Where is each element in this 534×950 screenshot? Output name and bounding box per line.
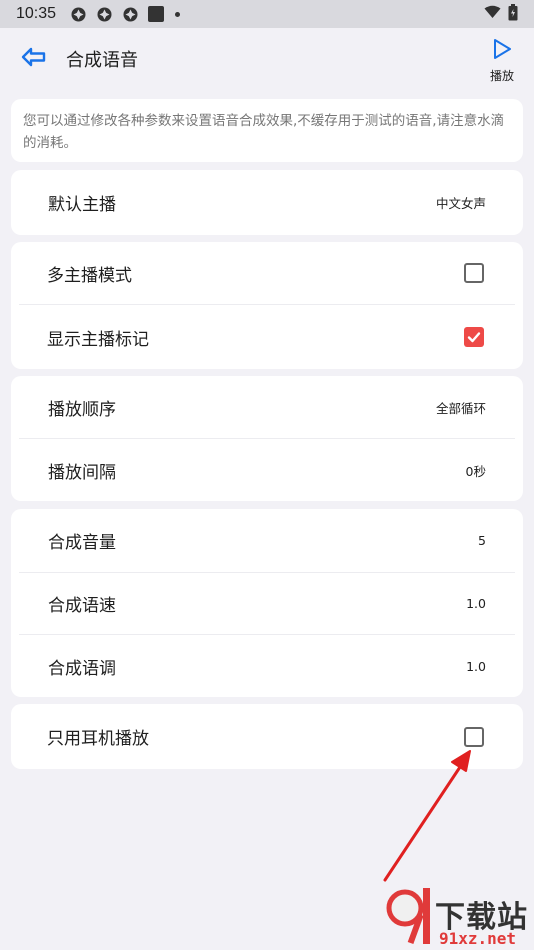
default-speaker-row[interactable]: 默认主播 中文女声 [11, 170, 523, 235]
show-speaker-mark-label: 显示主播标记 [47, 329, 149, 350]
play-order-value: 全部循环 [435, 400, 486, 416]
default-speaker-label: 默认主播 [48, 195, 116, 215]
volume-label: 合成音量 [48, 533, 116, 553]
pitch-row[interactable]: 合成语调 1.0 [11, 635, 523, 697]
show-speaker-mark-row[interactable]: 显示主播标记 [11, 305, 523, 369]
wifi-icon [484, 5, 501, 23]
status-app-icon [148, 6, 165, 22]
play-interval-label: 播放间隔 [48, 462, 116, 483]
watermark-logo: 下载站 91xz.net [383, 880, 533, 950]
play-interval-row[interactable]: 播放间隔 0秒 [11, 439, 523, 501]
check-icon [467, 332, 481, 343]
watermark-domain: 91xz.net [439, 929, 517, 948]
page-title: 合成语音 [66, 50, 138, 71]
volume-value: 5 [478, 533, 486, 548]
pitch-value: 1.0 [466, 658, 486, 674]
speed-value: 1.0 [466, 596, 486, 611]
speaker-mode-card: 多主播模式 显示主播标记 [11, 242, 523, 369]
earphone-only-checkbox[interactable] [464, 726, 484, 747]
speaker-card: 默认主播 中文女声 [11, 170, 523, 235]
notice-card: 您可以通过修改各种参数来设置语音合成效果,不缓存用于测试的语音,请注意水滴的消耗… [11, 99, 523, 162]
play-order-label: 播放顺序 [48, 399, 116, 420]
multi-speaker-checkbox[interactable] [464, 263, 484, 283]
earphone-only-label: 只用耳机播放 [47, 729, 149, 749]
play-button-label: 播放 [489, 69, 514, 83]
status-time: 10:35 [16, 5, 57, 22]
playback-card: 播放顺序 全部循环 播放间隔 0秒 [11, 376, 523, 501]
synthesis-params-card: 合成音量 5 合成语速 1.0 合成语调 1.0 [11, 509, 523, 697]
status-more-dot-icon [175, 11, 181, 17]
play-icon [491, 38, 513, 64]
status-notification-icon [96, 6, 113, 23]
notice-text: 您可以通过修改各种参数来设置语音合成效果,不缓存用于测试的语音,请注意水滴的消耗… [23, 113, 505, 151]
speed-row[interactable]: 合成语速 1.0 [11, 573, 523, 634]
play-interval-value: 0秒 [465, 463, 486, 479]
back-button[interactable] [17, 44, 51, 74]
app-header: 合成语音 播放 [0, 28, 534, 90]
play-button[interactable]: 播放 [484, 38, 520, 83]
default-speaker-value: 中文女声 [435, 196, 486, 211]
back-arrow-icon [21, 47, 47, 71]
earphone-card: 只用耳机播放 [11, 704, 523, 769]
show-speaker-mark-checkbox[interactable] [464, 327, 484, 347]
multi-speaker-row[interactable]: 多主播模式 [11, 242, 523, 304]
volume-row[interactable]: 合成音量 5 [11, 509, 523, 572]
speed-label: 合成语速 [48, 596, 116, 616]
earphone-only-row[interactable]: 只用耳机播放 [11, 704, 523, 769]
play-order-row[interactable]: 播放顺序 全部循环 [11, 376, 523, 438]
battery-icon [508, 3, 518, 25]
status-bar: 10:35 [0, 0, 534, 28]
voice-synthesis-screen: 10:35 合成语音 播放 您可以通过修改各种参数来设置语音合成效果,不缓存用于… [0, 0, 534, 950]
multi-speaker-label: 多主播模式 [47, 265, 132, 286]
status-notification-icon [70, 6, 87, 23]
status-notification-icon [122, 6, 139, 23]
pitch-label: 合成语调 [48, 658, 116, 679]
